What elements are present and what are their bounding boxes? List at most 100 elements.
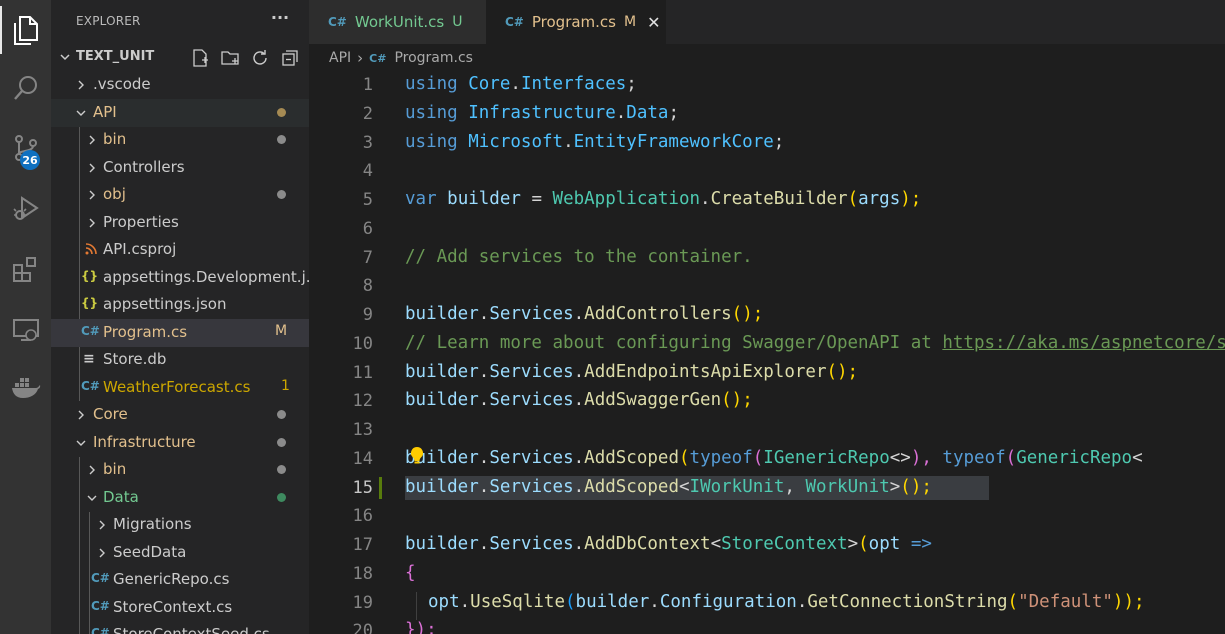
tree-folder-core[interactable]: Core xyxy=(51,401,309,429)
code-line[interactable]: }); xyxy=(405,620,437,634)
tree-label: Controllers xyxy=(103,158,185,176)
more-actions-icon[interactable]: ··· xyxy=(269,8,291,28)
lightbulb-icon[interactable] xyxy=(409,446,425,466)
line-number: 15 xyxy=(352,478,373,498)
code-line[interactable]: builder.Services.AddSwaggerGen(); xyxy=(405,390,753,410)
chevron-right-icon: › xyxy=(357,49,364,67)
csharp-icon: C# xyxy=(81,379,100,393)
docker-icon[interactable] xyxy=(0,364,51,412)
tree-label: Data xyxy=(103,488,139,506)
tree-label: StoreContext.cs xyxy=(113,598,233,616)
tab-program[interactable]: C# Program.cs M ✕ xyxy=(486,0,666,44)
workspace-header[interactable]: TEXT_UNIT xyxy=(51,44,309,71)
line-number: 7 xyxy=(362,248,373,268)
tree-label: .vscode xyxy=(93,75,151,93)
tree-file-appsettings-dev[interactable]: {} appsettings.Development.j... xyxy=(51,264,309,292)
tree-label: Store.db xyxy=(103,350,167,368)
tree-folder-obj[interactable]: obj xyxy=(51,181,309,209)
ignored-dot xyxy=(277,465,286,474)
source-control-badge: 26 xyxy=(20,150,40,170)
code-line-current[interactable]: builder.Services.AddScoped<IWorkUnit, Wo… xyxy=(405,477,932,497)
tree-folder-infra-bin[interactable]: bin xyxy=(51,456,309,484)
line-number: 13 xyxy=(352,420,373,440)
indent-guide xyxy=(416,592,417,620)
line-number: 16 xyxy=(352,506,373,526)
tree-label: bin xyxy=(103,460,127,478)
code-comment[interactable]: // Add services to the container. xyxy=(405,247,753,267)
csharp-icon: C# xyxy=(81,324,100,338)
tree-folder-bin[interactable]: bin xyxy=(51,126,309,154)
code-line[interactable]: builder.Services.AddScoped(typeof(IGener… xyxy=(405,448,1143,468)
chevron-right-icon xyxy=(89,190,95,200)
tree-folder-properties[interactable]: Properties xyxy=(51,209,309,237)
tree-folder-migrations[interactable]: Migrations xyxy=(51,511,309,539)
breadcrumb-file[interactable]: Program.cs xyxy=(394,50,473,66)
activity-bar: 26 xyxy=(0,0,51,634)
chevron-right-icon xyxy=(78,80,84,90)
tree-file-api-csproj[interactable]: API.csproj xyxy=(51,236,309,264)
remote-explorer-icon[interactable] xyxy=(0,306,51,354)
chevron-right-icon xyxy=(99,520,105,530)
tree-folder-infrastructure[interactable]: Infrastructure xyxy=(51,429,309,457)
tree-folder-controllers[interactable]: Controllers xyxy=(51,154,309,182)
tree-label: Properties xyxy=(103,213,179,231)
run-debug-icon[interactable] xyxy=(0,184,51,232)
tab-label: WorkUnit.cs xyxy=(354,13,445,31)
code-line[interactable]: using Infrastructure.Data; xyxy=(405,103,679,123)
line-number: 11 xyxy=(352,363,373,383)
json-icon: {} xyxy=(81,296,99,310)
line-number: 12 xyxy=(352,391,373,411)
tab-bar: C# WorkUnit.cs U C# Program.cs M ✕ xyxy=(309,0,1225,44)
code-line[interactable]: var builder = WebApplication.CreateBuild… xyxy=(405,189,921,209)
tree-label: Infrastructure xyxy=(93,433,196,451)
modified-dot xyxy=(277,108,286,117)
line-number: 18 xyxy=(352,564,373,584)
line-number: 9 xyxy=(362,305,373,325)
breadcrumb-folder[interactable]: API xyxy=(329,50,351,66)
line-number: 14 xyxy=(352,449,373,469)
chevron-right-icon xyxy=(99,548,105,558)
code-line[interactable]: using Microsoft.EntityFrameworkCore; xyxy=(405,132,784,152)
tree-folder-api[interactable]: API xyxy=(51,99,309,127)
chevron-right-icon xyxy=(89,163,95,173)
explorer-icon[interactable] xyxy=(0,6,51,54)
tree-label: GenericRepo.cs xyxy=(113,570,230,588)
problem-count: 1 xyxy=(281,378,290,394)
search-icon[interactable] xyxy=(0,64,51,112)
code-line[interactable]: opt.UseSqlite(builder.Configuration.GetC… xyxy=(428,592,1145,612)
tree-file-store-db[interactable]: ≡ Store.db xyxy=(51,346,309,374)
tree-file-appsettings[interactable]: {} appsettings.json xyxy=(51,291,309,319)
extensions-icon[interactable] xyxy=(0,246,51,294)
tree-folder-vscode[interactable]: .vscode xyxy=(51,71,309,99)
code-link: https://aka.ms/aspnetcore/swashbuckle xyxy=(942,333,1225,353)
chevron-down-icon xyxy=(76,440,86,446)
explorer-sidebar: EXPLORER ··· TEXT_UNIT .vscode API bin C… xyxy=(51,0,309,634)
breadcrumb: API › C# Program.cs xyxy=(329,49,473,67)
code-line[interactable]: { xyxy=(405,563,416,583)
tree-file-storecontextseed[interactable]: C# StoreContextSeed.cs xyxy=(51,621,309,634)
csharp-icon: C# xyxy=(369,51,387,65)
tree-file-weatherforecast[interactable]: C# WeatherForecast.cs 1 xyxy=(51,374,309,402)
ignored-dot xyxy=(277,438,286,447)
refresh-icon[interactable] xyxy=(250,48,270,68)
new-folder-icon[interactable] xyxy=(220,48,240,68)
new-file-icon[interactable] xyxy=(190,48,210,68)
line-number: 1 xyxy=(362,75,373,95)
tree-file-storecontext[interactable]: C# StoreContext.cs xyxy=(51,594,309,622)
code-line[interactable]: builder.Services.AddControllers(); xyxy=(405,304,763,324)
code-line[interactable]: using Core.Interfaces; xyxy=(405,74,637,94)
line-number: 2 xyxy=(362,104,373,124)
close-icon[interactable]: ✕ xyxy=(647,13,660,32)
line-number: 10 xyxy=(352,334,373,354)
tab-workunit[interactable]: C# WorkUnit.cs U xyxy=(309,0,486,44)
tree-file-genericrepo[interactable]: C# GenericRepo.cs xyxy=(51,566,309,594)
tree-file-program-cs[interactable]: C# Program.cs M xyxy=(51,319,309,347)
collapse-all-icon[interactable] xyxy=(280,48,300,68)
code-line[interactable]: builder.Services.AddEndpointsApiExplorer… xyxy=(405,362,858,382)
tree-folder-data[interactable]: Data xyxy=(51,484,309,512)
code-line[interactable]: builder.Services.AddDbContext<StoreConte… xyxy=(405,534,932,554)
tree-label: API xyxy=(93,103,117,121)
code-line[interactable]: // Learn more about configuring Swagger/… xyxy=(405,333,1225,353)
tree-folder-seeddata[interactable]: SeedData xyxy=(51,539,309,567)
chevron-down-icon xyxy=(87,495,97,501)
